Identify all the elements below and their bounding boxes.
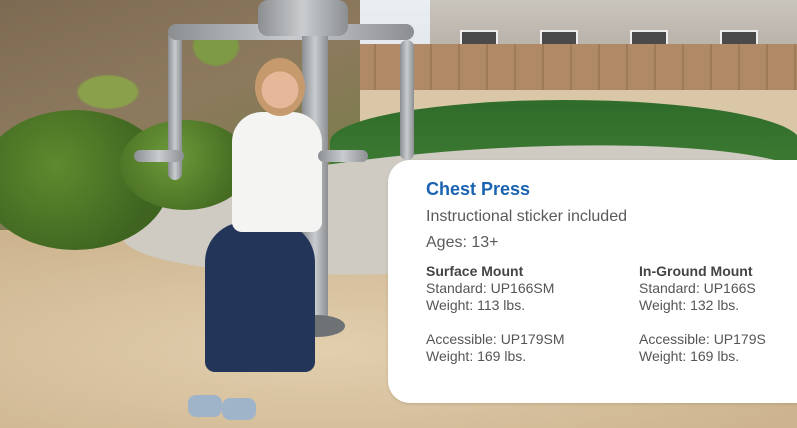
equipment-frame — [400, 40, 414, 160]
in-ground-mount-heading: In-Ground Mount — [639, 263, 753, 279]
in-ground-standard-model: Standard: UP166S — [639, 280, 756, 296]
person-legs — [205, 222, 315, 372]
press-handle — [134, 150, 184, 162]
product-subtitle: Instructional sticker included — [426, 208, 627, 225]
surface-mount-specs: Surface Mount Standard: UP166SM Weight: … — [426, 263, 626, 365]
product-info-card: Chest Press Instructional sticker includ… — [388, 160, 797, 403]
press-handle — [318, 150, 368, 162]
surface-standard-weight: Weight: 113 lbs. — [426, 297, 526, 313]
in-ground-standard-weight: Weight: 132 lbs. — [639, 297, 740, 313]
age-range: Ages: 13+ — [426, 234, 499, 251]
person-torso — [232, 112, 322, 232]
surface-mount-heading: Surface Mount — [426, 263, 524, 279]
surface-accessible-model: Accessible: UP179SM — [426, 331, 565, 347]
in-ground-mount-specs: In-Ground Mount Standard: UP166S Weight:… — [639, 263, 797, 365]
surface-standard-model: Standard: UP166SM — [426, 280, 555, 296]
surface-accessible-weight: Weight: 169 lbs. — [426, 348, 527, 364]
shoe — [188, 395, 222, 417]
retaining-wall — [320, 44, 797, 90]
product-title: Chest Press — [426, 179, 531, 199]
in-ground-accessible-model: Accessible: UP179S — [639, 331, 766, 347]
building — [430, 0, 797, 48]
shoe — [222, 398, 256, 420]
shrub — [120, 120, 250, 210]
in-ground-accessible-weight: Weight: 169 lbs. — [639, 348, 740, 364]
person-head — [255, 58, 305, 116]
equipment-housing — [258, 0, 348, 36]
